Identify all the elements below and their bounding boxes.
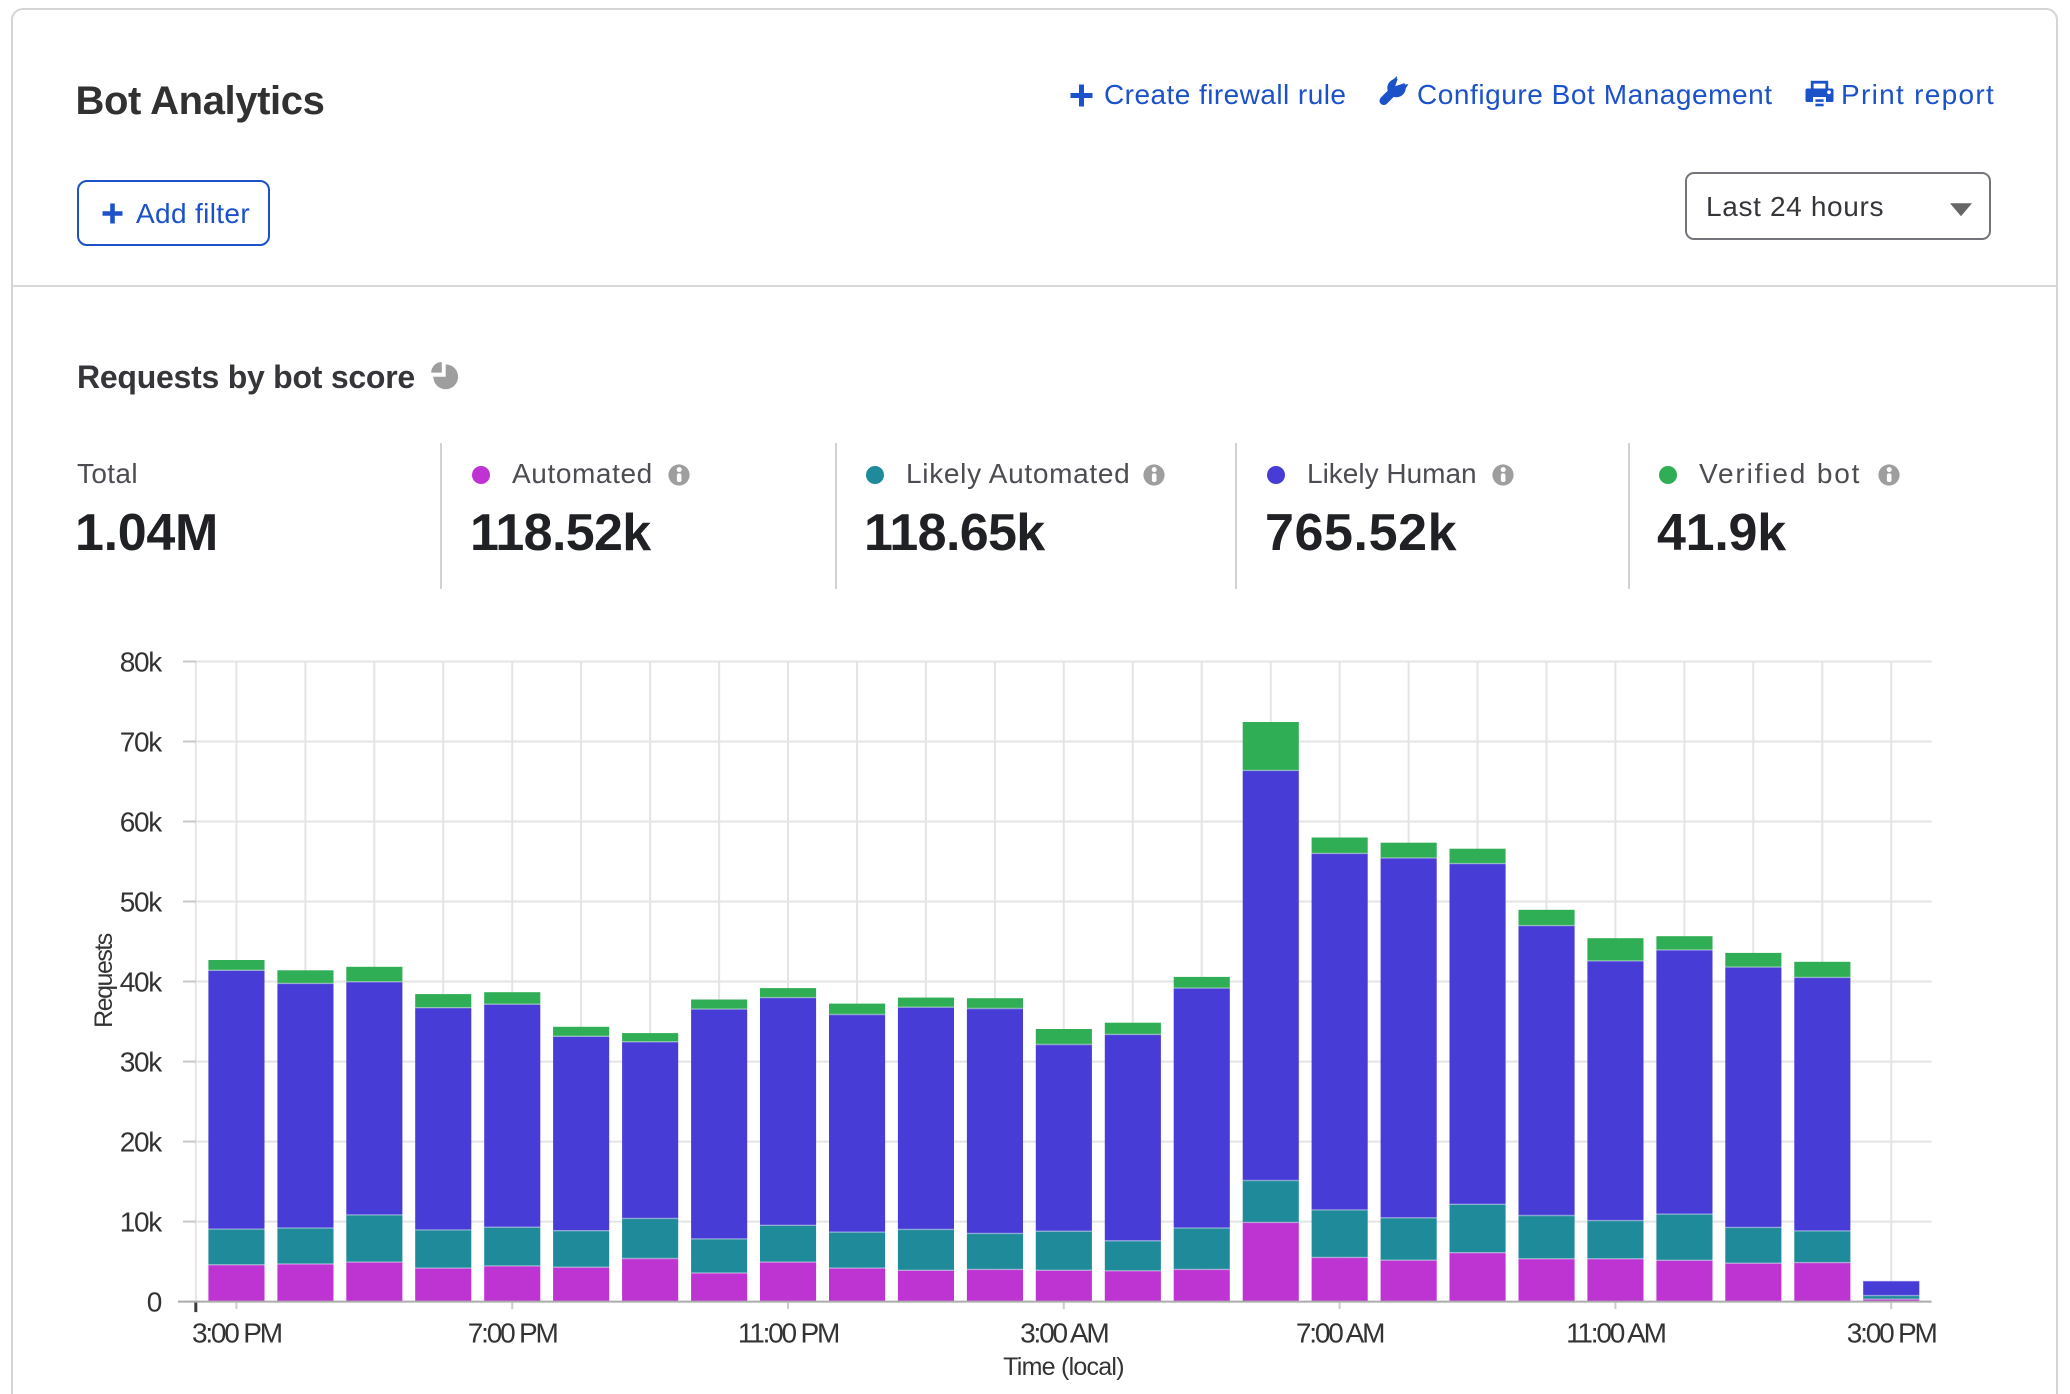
svg-text:7:00 AM: 7:00 AM bbox=[1296, 1318, 1384, 1349]
svg-text:50k: 50k bbox=[120, 887, 164, 918]
svg-text:Requests: Requests bbox=[90, 933, 118, 1028]
svg-text:40k: 40k bbox=[120, 967, 164, 998]
svg-text:60k: 60k bbox=[120, 807, 164, 838]
svg-text:70k: 70k bbox=[120, 727, 164, 758]
svg-text:3:00 PM: 3:00 PM bbox=[1847, 1318, 1937, 1349]
svg-text:7:00 PM: 7:00 PM bbox=[468, 1318, 558, 1349]
svg-text:3:00 PM: 3:00 PM bbox=[192, 1318, 282, 1349]
svg-text:11:00 AM: 11:00 AM bbox=[1566, 1318, 1666, 1349]
svg-text:80k: 80k bbox=[120, 647, 164, 678]
svg-text:3:00 AM: 3:00 AM bbox=[1020, 1318, 1108, 1349]
svg-text:20k: 20k bbox=[120, 1127, 164, 1158]
svg-text:30k: 30k bbox=[120, 1047, 164, 1078]
svg-text:0: 0 bbox=[147, 1287, 162, 1318]
svg-text:10k: 10k bbox=[120, 1207, 164, 1238]
svg-text:Time (local): Time (local) bbox=[1003, 1353, 1124, 1381]
svg-text:11:00 PM: 11:00 PM bbox=[738, 1318, 839, 1349]
